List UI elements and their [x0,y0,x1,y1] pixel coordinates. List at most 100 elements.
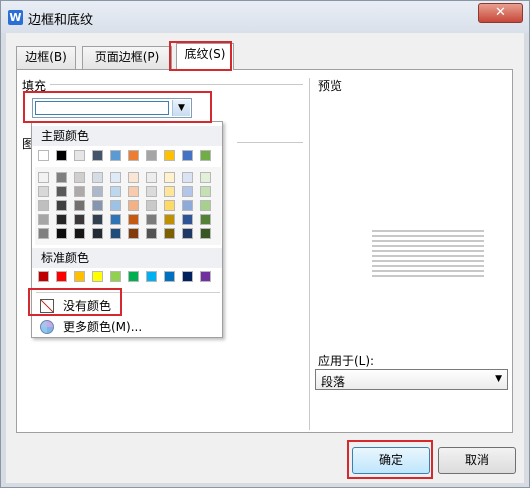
apply-to-value: 段落 [321,375,346,389]
more-colors-item[interactable]: 更多颜色(M)... [34,317,220,337]
standard-color-swatch[interactable] [146,271,157,282]
theme-shade-swatch[interactable] [182,172,193,183]
title-bar[interactable]: W 边框和底纹 ✕ [1,1,529,33]
theme-shade-swatch[interactable] [110,172,121,183]
theme-shade-swatch[interactable] [164,228,175,239]
theme-color-swatch[interactable] [38,150,49,161]
theme-shade-swatch[interactable] [164,214,175,225]
theme-shade-swatch[interactable] [200,228,211,239]
theme-shade-swatch[interactable] [74,228,85,239]
theme-shade-swatch[interactable] [110,186,121,197]
standard-color-swatch[interactable] [38,271,49,282]
standard-color-swatch[interactable] [92,271,103,282]
theme-shade-swatch[interactable] [128,228,139,239]
close-button[interactable]: ✕ [478,3,523,23]
theme-shade-swatch[interactable] [92,214,103,225]
theme-color-swatch[interactable] [128,150,139,161]
theme-shade-swatch[interactable] [182,228,193,239]
standard-color-swatch[interactable] [74,271,85,282]
theme-shade-swatch[interactable] [128,200,139,211]
chevron-down-icon: ▼ [495,374,502,384]
theme-shade-swatch[interactable] [164,200,175,211]
theme-shade-swatch[interactable] [110,200,121,211]
theme-shade-swatch[interactable] [146,186,157,197]
theme-color-swatch[interactable] [110,150,121,161]
standard-color-swatch[interactable] [56,271,67,282]
menu-separator [36,292,220,293]
theme-shade-swatch[interactable] [38,186,49,197]
preview-line [372,270,484,272]
theme-shade-swatch[interactable] [146,214,157,225]
theme-shade-swatch[interactable] [182,200,193,211]
cancel-button[interactable]: 取消 [438,447,516,474]
borders-and-shading-dialog: W 边框和底纹 ✕ 边框(B) 页面边框(P) 底纹(S) 填充 ▼ 图 预览 [0,0,530,488]
theme-color-swatch[interactable] [182,150,193,161]
theme-colors-header: 主题颜色 [32,126,222,146]
theme-shade-swatch[interactable] [110,228,121,239]
preview-divider [309,78,310,430]
theme-shade-swatch[interactable] [128,172,139,183]
theme-shade-swatch[interactable] [182,186,193,197]
standard-color-swatch[interactable] [200,271,211,282]
dialog-title: 边框和底纹 [28,13,94,28]
theme-shade-swatch[interactable] [74,186,85,197]
preview-sample [372,230,484,280]
theme-shade-swatch[interactable] [56,172,67,183]
preview-line [372,250,484,252]
standard-color-swatch[interactable] [110,271,121,282]
theme-color-swatch[interactable] [56,150,67,161]
preview-line [372,275,484,277]
theme-shade-swatch[interactable] [38,172,49,183]
theme-shade-swatch[interactable] [38,214,49,225]
fill-color-dropdown[interactable]: ▼ [32,98,192,118]
theme-color-swatch[interactable] [146,150,157,161]
tab-page-borders[interactable]: 页面边框(P) [82,46,172,69]
standard-color-swatch[interactable] [164,271,175,282]
tab-borders[interactable]: 边框(B) [16,46,76,69]
theme-shade-swatch[interactable] [200,172,211,183]
theme-shade-swatch[interactable] [92,186,103,197]
theme-shade-swatch[interactable] [146,228,157,239]
theme-shade-swatch[interactable] [56,200,67,211]
theme-shade-swatch[interactable] [56,186,67,197]
preview-label: 预览 [318,79,343,93]
theme-color-swatch[interactable] [74,150,85,161]
theme-shade-swatch[interactable] [38,228,49,239]
theme-shade-swatch[interactable] [200,186,211,197]
theme-shade-swatch[interactable] [56,228,67,239]
standard-color-swatch[interactable] [128,271,139,282]
theme-shade-swatch[interactable] [92,200,103,211]
preview-line [372,230,484,232]
tab-shading[interactable]: 底纹(S) [176,43,234,70]
theme-shade-swatch[interactable] [56,214,67,225]
chevron-down-icon[interactable]: ▼ [172,100,190,116]
apply-to-select[interactable]: 段落 ▼ [315,369,508,390]
theme-shade-swatch[interactable] [128,186,139,197]
theme-color-swatch[interactable] [164,150,175,161]
theme-shade-swatch[interactable] [182,214,193,225]
theme-shade-swatch[interactable] [74,172,85,183]
theme-color-swatch[interactable] [92,150,103,161]
theme-shade-swatch[interactable] [92,228,103,239]
theme-shade-swatch[interactable] [200,200,211,211]
no-color-icon [40,299,54,313]
theme-shade-swatch[interactable] [38,200,49,211]
ok-button[interactable]: 确定 [352,447,430,474]
theme-shade-swatch[interactable] [164,172,175,183]
theme-shade-swatch[interactable] [92,172,103,183]
preview-line [372,260,484,262]
theme-shade-swatch[interactable] [146,200,157,211]
theme-shade-swatch[interactable] [74,214,85,225]
theme-shade-swatch[interactable] [74,200,85,211]
theme-shade-swatch[interactable] [110,214,121,225]
preview-line [372,255,484,257]
theme-color-swatch[interactable] [200,150,211,161]
theme-shade-swatch[interactable] [128,214,139,225]
theme-shade-swatch[interactable] [200,214,211,225]
standard-color-swatch[interactable] [182,271,193,282]
preview-line [372,265,484,267]
color-wheel-icon [40,320,54,334]
theme-shade-swatch[interactable] [146,172,157,183]
theme-shade-swatch[interactable] [164,186,175,197]
no-color-item[interactable]: 没有颜色 [34,296,220,316]
